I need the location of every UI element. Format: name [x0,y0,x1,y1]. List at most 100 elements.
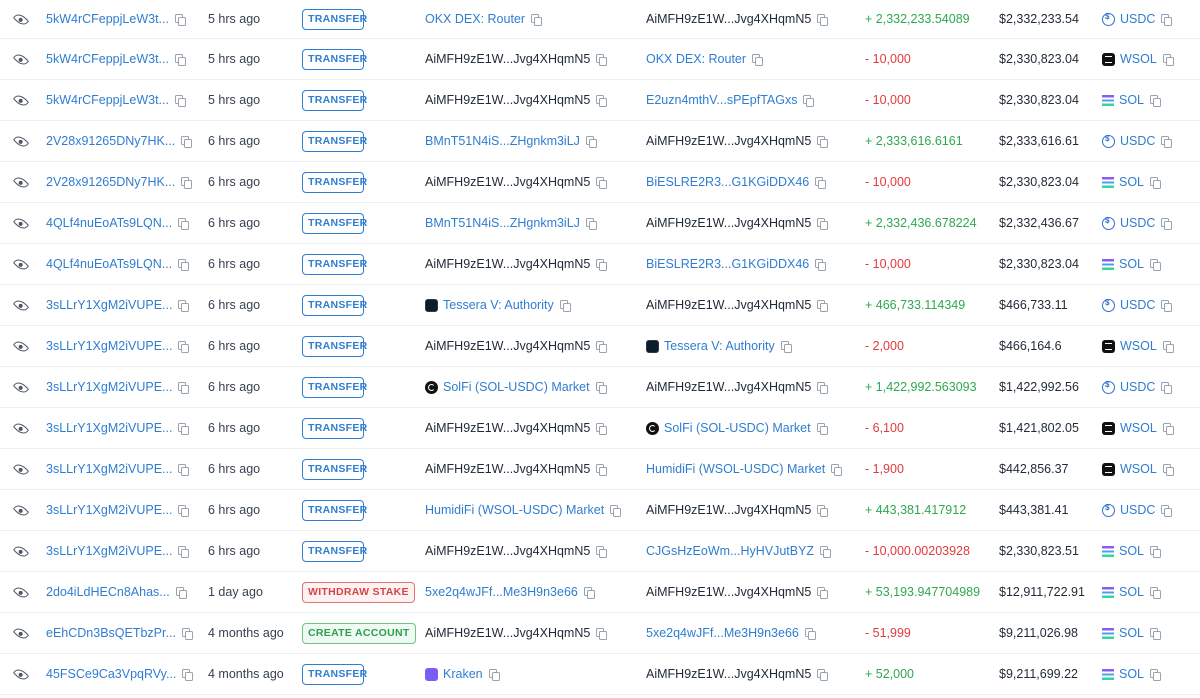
copy-icon[interactable] [1162,464,1174,476]
copy-icon[interactable] [585,218,597,230]
to-address[interactable]: E2uzn4mthV...sPEpfTAGxs [646,93,797,107]
copy-icon[interactable] [596,341,608,353]
view-details-cell[interactable] [10,531,32,571]
signature-link[interactable]: 3sLLrY1XgM2iVUPE... [46,421,172,435]
copy-icon[interactable] [1150,587,1162,599]
copy-icon[interactable] [1150,259,1162,271]
eye-icon[interactable] [12,10,30,28]
from-address[interactable]: AiMFH9zE1W...Jvg4XHqmN5 [425,339,590,353]
copy-icon[interactable] [182,669,194,681]
copy-icon[interactable] [178,300,190,312]
copy-icon[interactable] [488,669,500,681]
token-link[interactable]: USDC [1120,216,1155,230]
view-details-cell[interactable] [10,203,32,243]
view-details-cell[interactable] [10,0,32,38]
copy-icon[interactable] [596,259,608,271]
view-details-cell[interactable] [10,244,32,284]
copy-icon[interactable] [531,14,543,26]
copy-icon[interactable] [610,505,622,517]
token-link[interactable]: SOL [1119,544,1144,558]
to-address[interactable]: CJGsHzEoWm...HyHVJutBYZ [646,544,814,558]
copy-icon[interactable] [831,464,843,476]
copy-icon[interactable] [596,423,608,435]
token-link[interactable]: WSOL [1120,52,1157,66]
signature-link[interactable]: 2V28x91265DNy7HK... [46,175,175,189]
copy-icon[interactable] [174,14,186,26]
view-details-cell[interactable] [10,654,32,694]
copy-icon[interactable] [596,546,608,558]
signature-link[interactable]: 5kW4rCFeppjLeW3t... [46,12,169,26]
view-details-cell[interactable] [10,285,32,325]
token-link[interactable]: SOL [1119,257,1144,271]
eye-icon[interactable] [12,255,30,273]
token-link[interactable]: USDC [1120,12,1155,26]
eye-icon[interactable] [12,173,30,191]
to-address[interactable]: AiMFH9zE1W...Jvg4XHqmN5 [646,380,811,394]
copy-icon[interactable] [181,177,193,189]
eye-icon[interactable] [12,460,30,478]
view-details-cell[interactable] [10,613,32,653]
copy-icon[interactable] [817,587,829,599]
copy-icon[interactable] [1162,341,1174,353]
copy-icon[interactable] [174,54,186,66]
token-link[interactable]: USDC [1120,503,1155,517]
eye-icon[interactable] [12,50,30,68]
copy-icon[interactable] [596,177,608,189]
from-address[interactable]: AiMFH9zE1W...Jvg4XHqmN5 [425,93,590,107]
copy-icon[interactable] [1161,505,1173,517]
signature-link[interactable]: 3sLLrY1XgM2iVUPE... [46,339,172,353]
token-link[interactable]: USDC [1120,134,1155,148]
eye-icon[interactable] [12,624,30,642]
copy-icon[interactable] [780,341,792,353]
copy-icon[interactable] [178,505,190,517]
copy-icon[interactable] [596,628,608,640]
to-address[interactable]: OKX DEX: Router [646,52,746,66]
view-details-cell[interactable] [10,326,32,366]
from-address[interactable]: 5xe2q4wJFf...Me3H9n3e66 [425,585,578,599]
eye-icon[interactable] [12,214,30,232]
from-address[interactable]: AiMFH9zE1W...Jvg4XHqmN5 [425,52,590,66]
from-address[interactable]: AiMFH9zE1W...Jvg4XHqmN5 [425,257,590,271]
token-link[interactable]: WSOL [1120,421,1157,435]
copy-icon[interactable] [596,464,608,476]
copy-icon[interactable] [817,14,829,26]
view-details-cell[interactable] [10,490,32,530]
from-address[interactable]: AiMFH9zE1W...Jvg4XHqmN5 [425,175,590,189]
copy-icon[interactable] [804,628,816,640]
copy-icon[interactable] [1162,54,1174,66]
copy-icon[interactable] [596,54,608,66]
signature-link[interactable]: 2V28x91265DNy7HK... [46,134,175,148]
signature-link[interactable]: 3sLLrY1XgM2iVUPE... [46,298,172,312]
view-details-cell[interactable] [10,39,32,79]
copy-icon[interactable] [178,341,190,353]
from-address[interactable]: Kraken [443,667,483,681]
copy-icon[interactable] [752,54,764,66]
view-details-cell[interactable] [10,572,32,612]
to-address[interactable]: BiESLRE2R3...G1KGiDDX46 [646,175,809,189]
eye-icon[interactable] [12,337,30,355]
copy-icon[interactable] [178,546,190,558]
copy-icon[interactable] [1161,382,1173,394]
copy-icon[interactable] [178,464,190,476]
signature-link[interactable]: 4QLf4nuEoATs9LQN... [46,216,172,230]
to-address[interactable]: AiMFH9zE1W...Jvg4XHqmN5 [646,216,811,230]
copy-icon[interactable] [181,136,193,148]
to-address[interactable]: AiMFH9zE1W...Jvg4XHqmN5 [646,298,811,312]
eye-icon[interactable] [12,501,30,519]
copy-icon[interactable] [596,95,608,107]
token-link[interactable]: WSOL [1120,462,1157,476]
copy-icon[interactable] [803,95,815,107]
to-address[interactable]: AiMFH9zE1W...Jvg4XHqmN5 [646,134,811,148]
token-link[interactable]: USDC [1120,298,1155,312]
eye-icon[interactable] [12,296,30,314]
signature-link[interactable]: 3sLLrY1XgM2iVUPE... [46,503,172,517]
from-address[interactable]: BMnT51N4iS...ZHgnkm3iLJ [425,134,580,148]
copy-icon[interactable] [1150,546,1162,558]
signature-link[interactable]: 5kW4rCFeppjLeW3t... [46,93,169,107]
to-address[interactable]: AiMFH9zE1W...Jvg4XHqmN5 [646,585,811,599]
copy-icon[interactable] [585,136,597,148]
copy-icon[interactable] [817,136,829,148]
to-address[interactable]: AiMFH9zE1W...Jvg4XHqmN5 [646,12,811,26]
copy-icon[interactable] [1161,136,1173,148]
copy-icon[interactable] [178,259,190,271]
